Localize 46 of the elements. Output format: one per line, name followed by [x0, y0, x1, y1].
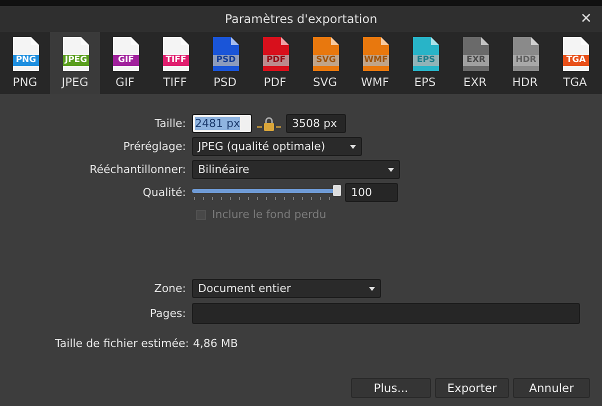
field-label: Préréglage: [122, 140, 186, 153]
dropdown[interactable]: Bilinéaire [192, 160, 400, 179]
file-icon: EPS [410, 36, 440, 72]
window-title: Paramètres d'exportation [224, 12, 378, 26]
padlock-icon[interactable] [257, 116, 281, 130]
checkbox-label: Inclure le fond perdu [212, 208, 326, 221]
format-tab[interactable]: TIFF TIFF [150, 32, 200, 94]
file-icon: WMF [360, 36, 390, 72]
field-label: Zone: [153, 282, 186, 295]
file-icon: GIF [110, 36, 140, 72]
estimate-label: Taille de fichier estimée: [55, 337, 189, 350]
dialog-button[interactable]: Exporter [435, 378, 509, 398]
format-tab[interactable]: HDR HDR [500, 32, 550, 94]
dialog-button[interactable]: Annuler [513, 378, 590, 398]
file-icon: PDF [260, 36, 290, 72]
file-icon: PSD [210, 36, 240, 72]
input-field[interactable] [192, 303, 580, 324]
input-field[interactable]: 100 [345, 183, 398, 202]
dropdown[interactable]: Document entier [192, 279, 381, 298]
file-icon: EXR [460, 36, 490, 72]
field-label: Pages: [148, 307, 186, 320]
format-tab[interactable]: WMF WMF [350, 32, 400, 94]
field-label: Qualité: [142, 186, 186, 199]
format-tab[interactable]: JPEG JPEG [50, 32, 100, 94]
file-icon: SVG [310, 36, 340, 72]
file-icon: TGA [560, 36, 590, 72]
format-tab[interactable]: PDF PDF [250, 32, 300, 94]
file-icon: PNG [10, 36, 40, 72]
format-tab[interactable]: PSD PSD [200, 32, 250, 94]
input-field[interactable]: 2481 px [192, 114, 252, 133]
field-label: Taille: [154, 117, 186, 130]
format-tab[interactable]: TGA TGA [550, 32, 600, 94]
file-icon: TIFF [160, 36, 190, 72]
format-tab[interactable]: EPS EPS [400, 32, 450, 94]
format-tab[interactable]: PNG PNG [0, 32, 50, 94]
format-tab[interactable]: EXR EXR [450, 32, 500, 94]
input-field[interactable]: 3508 px [286, 114, 346, 133]
file-icon: HDR [510, 36, 540, 72]
format-tab[interactable]: GIF GIF [100, 32, 150, 94]
close-button[interactable]: ✕ [580, 10, 592, 28]
field-label: Rééchantillonner: [88, 163, 186, 176]
format-tab[interactable]: SVG SVG [300, 32, 350, 94]
dialog-button[interactable]: Plus... [351, 378, 431, 398]
file-icon: JPEG [60, 36, 90, 72]
dropdown[interactable]: JPEG (qualité optimale) [192, 137, 362, 156]
estimate-value: 4,86 MB [192, 337, 238, 350]
